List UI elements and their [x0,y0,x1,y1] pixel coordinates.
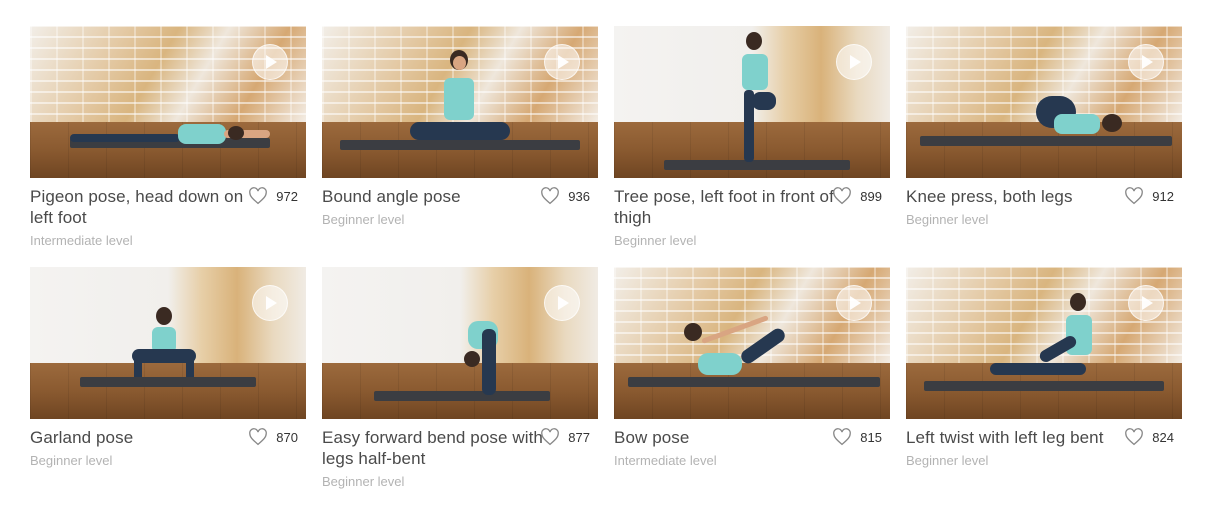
like-count: 877 [568,429,590,445]
like-control[interactable]: 815 [832,428,882,446]
pose-info: Left twist with left leg bent Beginner l… [906,419,1182,508]
pose-level: Beginner level [322,474,405,489]
pose-info: Easy forward bend pose with legs half-be… [322,419,598,508]
heart-icon[interactable] [832,187,852,205]
pose-level: Beginner level [30,453,113,468]
yoga-figure [684,303,794,383]
pose-level: Beginner level [322,212,405,227]
heart-icon[interactable] [1124,428,1144,446]
yoga-figure [990,293,1120,385]
pose-level: Beginner level [906,453,989,468]
like-control[interactable]: 912 [1124,187,1174,205]
heart-icon[interactable] [1124,187,1144,205]
pose-level: Beginner level [614,233,697,248]
pose-title[interactable]: Knee press, both legs [906,186,1130,207]
pose-thumbnail[interactable] [30,26,306,178]
heart-icon[interactable] [540,187,560,205]
pose-thumbnail[interactable] [906,26,1182,178]
play-icon[interactable] [544,285,580,321]
pose-thumbnail[interactable] [30,267,306,419]
pose-info: Garland pose Beginner level 870 [30,419,306,508]
like-count: 912 [1152,188,1174,204]
pose-card[interactable]: Easy forward bend pose with legs half-be… [322,267,598,508]
pose-title[interactable]: Garland pose [30,427,254,448]
like-control[interactable]: 899 [832,187,882,205]
pose-title[interactable]: Easy forward bend pose with legs half-be… [322,427,546,469]
pose-card[interactable]: Left twist with left leg bent Beginner l… [906,267,1182,508]
pose-thumbnail[interactable] [906,267,1182,419]
pose-thumbnail[interactable] [322,267,598,419]
heart-icon[interactable] [248,428,268,446]
play-icon[interactable] [1128,44,1164,80]
play-icon[interactable] [836,44,872,80]
pose-title[interactable]: Tree pose, left foot in front of thigh [614,186,838,228]
pose-card[interactable]: Bow pose Intermediate level 815 [614,267,890,508]
pose-level: Beginner level [906,212,989,227]
yoga-figure [1034,92,1144,140]
pose-thumbnail[interactable] [614,26,890,178]
pose-card[interactable]: Pigeon pose, head down on left foot Inte… [30,26,306,267]
pose-title[interactable]: Pigeon pose, head down on left foot [30,186,254,228]
yoga-figure [132,307,196,379]
pose-thumbnail[interactable] [614,267,890,419]
like-control[interactable]: 972 [248,187,298,205]
pose-card[interactable]: Tree pose, left foot in front of thigh B… [614,26,890,267]
heart-icon[interactable] [248,187,268,205]
pose-level: Intermediate level [30,233,133,248]
pose-card[interactable]: Garland pose Beginner level 870 [30,267,306,508]
play-icon[interactable] [252,44,288,80]
like-count: 936 [568,188,590,204]
yoga-figure [60,124,270,150]
pose-title[interactable]: Bound angle pose [322,186,546,207]
pose-info: Knee press, both legs Beginner level 912 [906,178,1182,267]
pose-info: Tree pose, left foot in front of thigh B… [614,178,890,267]
like-count: 824 [1152,429,1174,445]
yoga-figure [732,32,778,166]
pose-grid: Pigeon pose, head down on left foot Inte… [30,26,1182,508]
heart-icon[interactable] [832,428,852,446]
like-control[interactable]: 936 [540,187,590,205]
pose-info: Bound angle pose Beginner level 936 [322,178,598,267]
pose-thumbnail[interactable] [322,26,598,178]
like-count: 899 [860,188,882,204]
play-icon[interactable] [252,285,288,321]
pose-card[interactable]: Knee press, both legs Beginner level 912 [906,26,1182,267]
pose-info: Pigeon pose, head down on left foot Inte… [30,178,306,267]
pose-title[interactable]: Bow pose [614,427,838,448]
yoga-figure [462,321,502,397]
play-icon[interactable] [1128,285,1164,321]
pose-info: Bow pose Intermediate level 815 [614,419,890,508]
like-control[interactable]: 824 [1124,428,1174,446]
like-control[interactable]: 870 [248,428,298,446]
like-count: 815 [860,429,882,445]
heart-icon[interactable] [540,428,560,446]
yoga-figure [410,50,510,150]
play-icon[interactable] [544,44,580,80]
pose-card[interactable]: Bound angle pose Beginner level 936 [322,26,598,267]
pose-level: Intermediate level [614,453,717,468]
play-icon[interactable] [836,285,872,321]
like-count: 972 [276,188,298,204]
like-control[interactable]: 877 [540,428,590,446]
like-count: 870 [276,429,298,445]
pose-title[interactable]: Left twist with left leg bent [906,427,1130,448]
